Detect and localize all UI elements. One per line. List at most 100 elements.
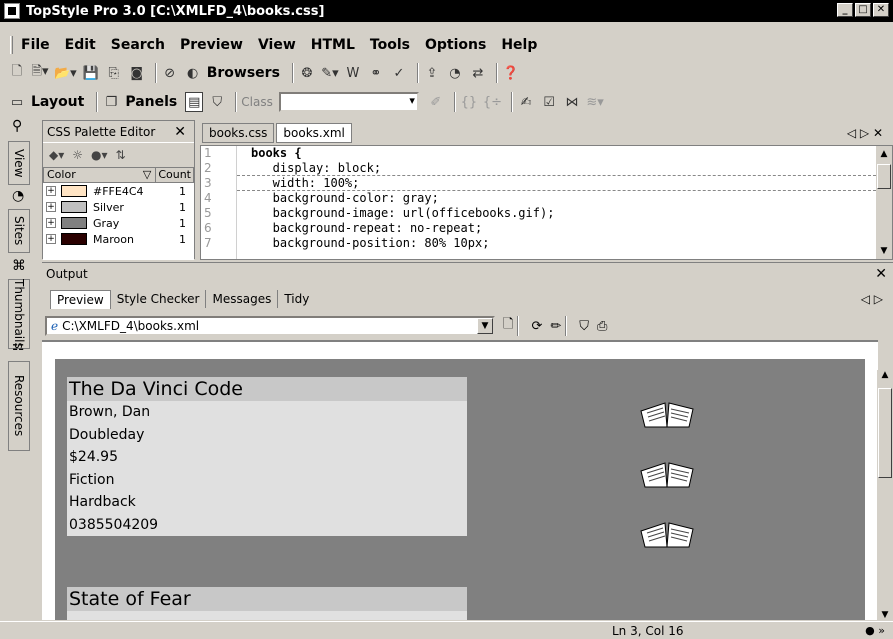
- sites-icon[interactable]: ◔: [446, 63, 464, 83]
- new-dropdown-icon[interactable]: 🗎▾: [31, 63, 49, 83]
- sites-icon[interactable]: ◔: [12, 188, 24, 204]
- dot-icon[interactable]: ●▾: [91, 148, 108, 162]
- expand-icon[interactable]: +: [46, 186, 56, 196]
- export-icon[interactable]: ⎙: [597, 319, 607, 334]
- tab-resources[interactable]: Resources: [8, 361, 30, 451]
- thumbnails-icon[interactable]: ⌘: [12, 258, 26, 274]
- expand-icon[interactable]: +: [46, 234, 56, 244]
- braces-add-icon[interactable]: {÷: [483, 92, 502, 112]
- browsers-icon[interactable]: ◐: [184, 63, 202, 83]
- scroll-down-icon[interactable]: ▼: [877, 610, 893, 620]
- spell-icon[interactable]: ✓: [390, 63, 408, 83]
- tab-view[interactable]: View: [8, 141, 30, 185]
- browsers-button[interactable]: Browsers: [207, 65, 280, 81]
- sync-icon[interactable]: ⇄: [469, 63, 487, 83]
- panels-icon[interactable]: ❐: [102, 92, 120, 112]
- menu-help[interactable]: Help: [501, 37, 537, 53]
- count-column-header[interactable]: Count: [155, 168, 193, 182]
- tab-style-checker[interactable]: Style Checker: [111, 290, 207, 308]
- save-icon[interactable]: 💾: [82, 63, 100, 83]
- tab-books-css[interactable]: books.css: [202, 123, 275, 143]
- color-column-header[interactable]: Color: [44, 168, 143, 182]
- checklist-icon[interactable]: ☑: [540, 92, 558, 112]
- preview-scrollbar[interactable]: ▲ ▼: [877, 370, 893, 620]
- list-item[interactable]: + Silver 1: [43, 199, 194, 215]
- refresh-icon[interactable]: ⟳: [531, 319, 542, 334]
- upload-icon[interactable]: ⇪: [423, 63, 441, 83]
- class-combo[interactable]: [278, 92, 419, 112]
- find-icon[interactable]: ⋈: [563, 92, 581, 112]
- braces-icon[interactable]: {}: [460, 92, 478, 112]
- editor-view-icon[interactable]: ▤: [185, 92, 204, 112]
- tab-books-xml[interactable]: books.xml: [276, 123, 352, 143]
- editor-tabs: books.css books.xml ◁ ▷ ✕: [202, 122, 893, 144]
- list-item[interactable]: + #FFE4C4 1: [43, 183, 194, 199]
- status-indicators[interactable]: ● »: [865, 624, 885, 637]
- menu-preview[interactable]: Preview: [180, 37, 243, 53]
- brush-icon[interactable]: ✎▾: [321, 63, 339, 83]
- menu-search[interactable]: Search: [111, 37, 165, 53]
- resources-icon[interactable]: ⚏: [12, 338, 25, 354]
- expand-icon[interactable]: +: [46, 202, 56, 212]
- link-icon[interactable]: ⚭: [367, 63, 385, 83]
- menu-view[interactable]: View: [258, 37, 296, 53]
- app-icon[interactable]: [4, 3, 20, 19]
- edit-style-icon[interactable]: ✍: [517, 92, 535, 112]
- url-input[interactable]: ℯ C:\XMLFD_4\books.xml ▼: [45, 316, 495, 336]
- inspector-icon[interactable]: ⛉: [208, 92, 226, 112]
- tab-messages[interactable]: Messages: [206, 290, 279, 308]
- page-icon[interactable]: 🗋: [503, 315, 513, 337]
- menubar-grip[interactable]: [10, 36, 13, 54]
- color-count: 1: [179, 200, 186, 214]
- close-button[interactable]: ✕: [873, 3, 889, 17]
- menu-file[interactable]: File: [21, 37, 50, 53]
- tab-scroll-arrows[interactable]: ◁ ▷: [861, 292, 883, 306]
- editor-scrollbar[interactable]: ▲ ▼: [876, 146, 892, 259]
- color-swatch: [61, 185, 87, 197]
- pencil-icon[interactable]: ✏: [550, 319, 561, 334]
- tab-preview[interactable]: Preview: [50, 289, 111, 309]
- tab-sites[interactable]: Sites: [8, 209, 30, 253]
- new-file-icon[interactable]: 🗋: [8, 63, 26, 83]
- output-close-button[interactable]: ✕: [875, 266, 887, 282]
- tab-tidy[interactable]: Tidy: [278, 290, 315, 308]
- help-icon[interactable]: ❓: [502, 63, 520, 83]
- list-item[interactable]: + Gray 1: [43, 215, 194, 231]
- scroll-up-icon[interactable]: ▲: [876, 146, 892, 162]
- scroll-up-icon[interactable]: ▲: [877, 370, 893, 380]
- minimize-button[interactable]: _: [837, 3, 853, 17]
- sort-icon[interactable]: ⇅: [116, 148, 126, 162]
- save-all-icon[interactable]: ⎘: [105, 63, 123, 83]
- book-title: State of Fear: [67, 587, 467, 611]
- code-line: display: block;: [237, 161, 876, 176]
- open-icon[interactable]: 📂▾: [54, 63, 77, 83]
- panels-button[interactable]: Panels: [125, 94, 177, 110]
- menu-options[interactable]: Options: [425, 37, 486, 53]
- sun-icon[interactable]: ☼: [72, 148, 83, 162]
- url-dropdown-icon[interactable]: ▼: [477, 318, 493, 334]
- scroll-thumb[interactable]: [877, 164, 891, 189]
- menu-html[interactable]: HTML: [311, 37, 355, 53]
- layout-button[interactable]: Layout: [31, 94, 84, 110]
- tools-icon[interactable]: ⚲: [12, 118, 22, 134]
- scroll-down-icon[interactable]: ▼: [876, 243, 892, 259]
- misc-icon[interactable]: ≋▾: [586, 92, 604, 112]
- code-editor[interactable]: 1 2 3 4 5 6 7 books { display: block; wi…: [200, 145, 893, 260]
- preview-icon[interactable]: ◙: [128, 63, 146, 83]
- layout-icon[interactable]: ▭: [8, 92, 26, 112]
- menu-tools[interactable]: Tools: [370, 37, 410, 53]
- list-item[interactable]: + Maroon 1: [43, 231, 194, 247]
- validate-icon[interactable]: W: [344, 63, 362, 83]
- window-title: TopStyle Pro 3.0 [C:\XMLFD_4\books.css]: [26, 3, 325, 19]
- style-icon[interactable]: ✐: [427, 92, 445, 112]
- expand-icon[interactable]: +: [46, 218, 56, 228]
- fill-icon[interactable]: ◆▾: [49, 148, 64, 162]
- stop-icon[interactable]: ⊘: [161, 63, 179, 83]
- shield-icon[interactable]: ⛉: [579, 319, 589, 334]
- color-icon[interactable]: ❂: [298, 63, 316, 83]
- palette-close-button[interactable]: ✕: [174, 124, 186, 140]
- tab-scroll-arrows[interactable]: ◁ ▷ ✕: [847, 126, 883, 140]
- scroll-thumb[interactable]: [878, 388, 892, 478]
- maximize-button[interactable]: □: [855, 3, 871, 17]
- menu-edit[interactable]: Edit: [65, 37, 96, 53]
